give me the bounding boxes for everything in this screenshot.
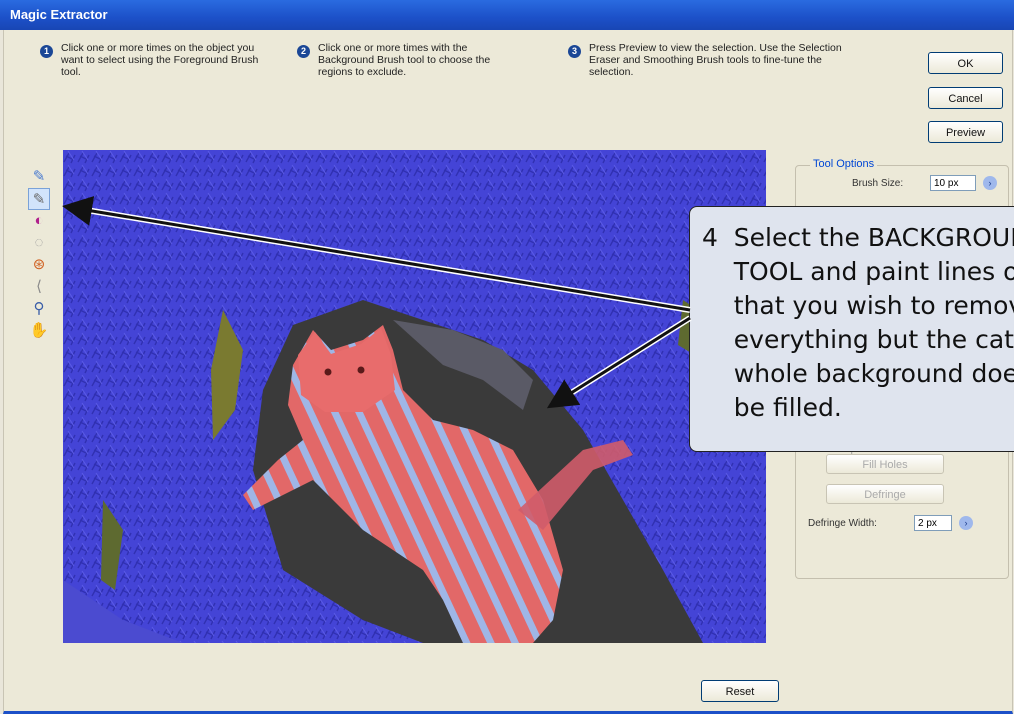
callout-arrows	[62, 196, 692, 409]
arrow-to-background-brush	[62, 196, 691, 312]
arrow-to-background-area	[546, 316, 691, 409]
